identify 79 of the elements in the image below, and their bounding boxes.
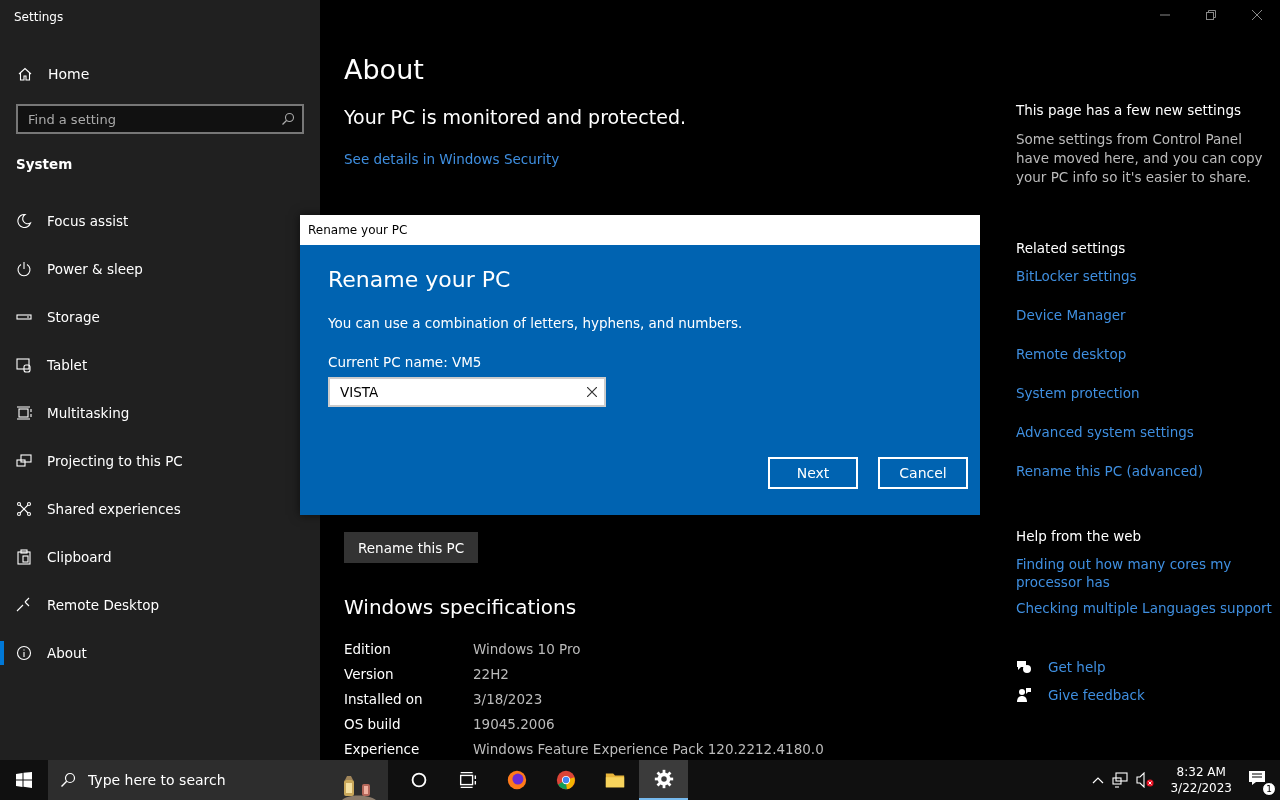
home-item[interactable]: Home: [0, 64, 320, 84]
network-icon: [16, 501, 32, 517]
volume-muted-icon[interactable]: [1136, 772, 1155, 788]
sidebar-item[interactable]: Tablet: [0, 341, 286, 389]
spec-label: Experience: [344, 741, 421, 757]
taskbar-app[interactable]: [639, 760, 688, 800]
notification-badge: 1: [1262, 782, 1276, 796]
clock-date[interactable]: 3/22/2023: [1170, 780, 1232, 796]
sidebar-item[interactable]: Projecting to this PC: [0, 437, 286, 485]
sidebar-item[interactable]: Shared experiences: [0, 485, 286, 533]
security-link[interactable]: See details in Windows Security: [344, 151, 994, 167]
tablet-icon: [16, 357, 32, 373]
close-icon[interactable]: [1252, 10, 1262, 20]
cancel-button[interactable]: Cancel: [878, 457, 968, 489]
chat-help-icon: [1016, 659, 1032, 675]
sidebar-item[interactable]: Storage: [0, 293, 286, 341]
search-icon: [281, 112, 295, 126]
sidebar-item[interactable]: Clipboard: [0, 533, 286, 581]
rename-button[interactable]: Rename this PC: [344, 532, 479, 563]
help-title: Help from the web: [1016, 528, 1143, 546]
section-heading: Windows specifications: [344, 595, 578, 621]
remote-icon: [16, 597, 32, 613]
sidebar-item[interactable]: Multitasking: [0, 389, 286, 437]
spec-value: Windows Feature Experience Pack 120.2212.4180.0: [473, 741, 825, 757]
spec-label: OS build: [344, 716, 402, 732]
dialog-description: You can use a combination of letters, hyphens, and numbers.: [328, 315, 744, 331]
spec-label: Version: [344, 666, 395, 682]
related-link[interactable]: Rename this PC (advanced): [1016, 462, 1278, 481]
browser-icon: [554, 769, 577, 791]
spec-label: Installed on: [344, 691, 424, 707]
clear-icon[interactable]: [587, 387, 597, 397]
sidebar-item[interactable]: Power & sleep: [0, 245, 286, 293]
spec-value: 3/18/2023: [473, 691, 544, 707]
notice-text: Some settings from Control Panel have moved here, and you can copy your PC info so it's easier to share.: [1016, 130, 1264, 187]
info-icon: [16, 645, 32, 661]
help-link[interactable]: Finding out how many cores my processor has: [1016, 555, 1278, 591]
related-link[interactable]: Advanced system settings: [1016, 423, 1278, 442]
window-title: Settings: [13, 9, 65, 26]
browser-icon: [505, 769, 528, 791]
support-link[interactable]: Get help: [1048, 659, 1106, 675]
help-link[interactable]: Checking multiple Languages support: [1016, 599, 1278, 617]
notice-title: This page has a few new settings: [1016, 102, 1243, 120]
spec-value: 19045.2006: [473, 716, 556, 732]
sidebar-item[interactable]: Focus assist: [0, 197, 286, 245]
current-name-label: Current PC name: VM5: [328, 354, 483, 370]
spec-label: Edition: [344, 641, 392, 657]
sidebar-item[interactable]: Remote Desktop: [0, 581, 286, 629]
section-heading: System: [16, 156, 74, 174]
page-title: About: [344, 54, 425, 87]
moon-icon: [16, 213, 32, 229]
network-icon[interactable]: [1112, 772, 1129, 788]
windows-logo-icon[interactable]: [16, 772, 32, 788]
sidebar-item[interactable]: About: [0, 629, 286, 677]
maximize-icon[interactable]: [1206, 10, 1216, 20]
multitasking-icon: [16, 405, 32, 421]
projector-icon: [16, 453, 32, 469]
dialog-title: Rename your PC: [300, 215, 980, 245]
chevron-up-icon[interactable]: [1092, 776, 1105, 784]
dialog-heading: Rename your PC: [328, 267, 512, 294]
name-input-field[interactable]: VISTA: [328, 377, 606, 407]
support-link[interactable]: Give feedback: [1048, 687, 1145, 703]
related-link[interactable]: Remote desktop: [1016, 345, 1278, 364]
related-link[interactable]: System protection: [1016, 384, 1278, 403]
person-feedback-icon: [1016, 687, 1032, 703]
power-icon: [16, 261, 32, 277]
gear-icon: [652, 768, 675, 790]
clock-time[interactable]: 8:32 AM: [1176, 764, 1226, 780]
notification-icon[interactable]: [1248, 770, 1266, 786]
related-title: Related settings: [1016, 240, 1127, 258]
search-field[interactable]: Find a setting: [16, 104, 304, 134]
spec-value: 22H2: [473, 666, 510, 682]
security-status: Your PC is monitored and protected.: [344, 106, 687, 130]
spec-value: Windows 10 Pro: [473, 641, 582, 657]
next-button[interactable]: Next: [768, 457, 858, 489]
related-link[interactable]: Device Manager: [1016, 306, 1278, 325]
related-link[interactable]: BitLocker settings: [1016, 267, 1278, 286]
taskbar-search-field[interactable]: Type here to search: [48, 760, 388, 800]
clipboard-icon: [16, 549, 32, 565]
home-icon: [17, 66, 33, 82]
